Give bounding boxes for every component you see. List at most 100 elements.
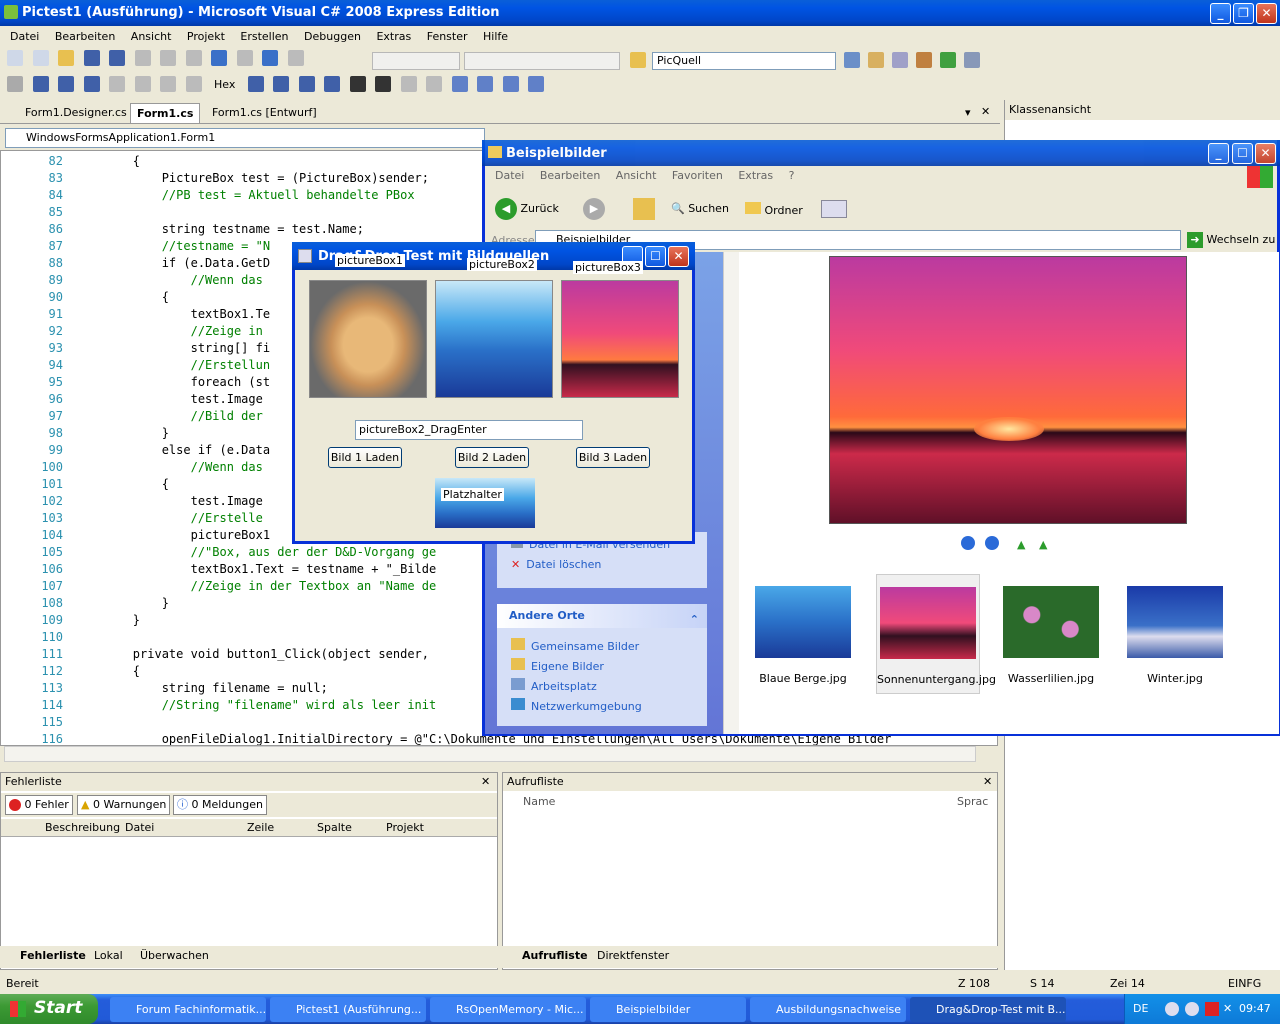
status-textbox[interactable]: pictureBox2_DragEnter <box>355 420 583 440</box>
vs-title-bar[interactable]: Pictest1 (Ausführung) - Microsoft Visual… <box>0 0 1280 26</box>
language-indicator[interactable]: DE <box>1133 1002 1148 1015</box>
load-image-2-button[interactable]: Bild 2 Laden <box>455 447 529 468</box>
code-line[interactable]: 109 } <box>1 612 140 629</box>
thumb-item[interactable]: Wasserlilien.jpg <box>1001 576 1101 692</box>
col-datei[interactable]: Datei <box>125 821 154 834</box>
load-image-3-button[interactable]: Bild 3 Laden <box>576 447 650 468</box>
tab-form1-design[interactable]: Form1.cs [Entwurf] <box>206 103 323 123</box>
thumb-item-selected[interactable]: Sonnenuntergang.jpg <box>876 574 996 694</box>
new-project-icon[interactable] <box>7 50 23 66</box>
tab-fehlerliste[interactable]: Fehlerliste <box>20 949 86 962</box>
col-name[interactable]: Name <box>523 795 555 808</box>
tray-icon[interactable] <box>1165 1002 1179 1016</box>
indent-icon[interactable] <box>375 76 392 92</box>
explorer-menu-ansicht[interactable]: Ansicht <box>610 166 663 186</box>
find-icon[interactable] <box>630 52 646 68</box>
other-places-header[interactable]: Andere Orte ⌃ <box>497 604 707 628</box>
font-icon[interactable] <box>324 76 341 92</box>
copy-icon[interactable] <box>160 50 176 66</box>
cut-icon[interactable] <box>134 50 151 66</box>
save-all-icon[interactable] <box>109 50 125 66</box>
menu-debuggen[interactable]: Debuggen <box>298 27 367 47</box>
col-zeile[interactable]: Zeile <box>247 821 274 834</box>
task-delete[interactable]: ✕ Datei löschen <box>511 558 601 571</box>
menu-fenster[interactable]: Fenster <box>421 27 474 47</box>
code-line[interactable]: 91 textBox1.Te <box>1 306 271 323</box>
code-line[interactable]: 88 if (e.Data.GetD <box>1 255 271 272</box>
up-folder-icon[interactable] <box>633 198 655 220</box>
forward-button[interactable]: ▶ <box>583 198 605 220</box>
antivirus-icon[interactable] <box>1205 1002 1219 1016</box>
thumb-item[interactable]: Winter.jpg <box>1125 576 1225 692</box>
code-line[interactable]: 83 PictureBox test = (PictureBox)sender; <box>1 170 429 187</box>
code-line[interactable]: 96 test.Image <box>1 391 263 408</box>
code-line[interactable]: 101 { <box>1 476 169 493</box>
code-line[interactable]: 114 //String "filename" wird als leer in… <box>1 697 436 714</box>
next-bookmark-icon[interactable] <box>298 76 315 92</box>
tab-form1-designer[interactable]: Form1.Designer.cs <box>19 103 133 123</box>
show-next-statement-icon[interactable] <box>109 76 125 92</box>
explorer-maximize-button[interactable]: ☐ <box>1232 143 1253 164</box>
code-line[interactable]: 98 } <box>1 425 169 442</box>
tab-ueberwachen[interactable]: Überwachen <box>140 949 209 962</box>
task-ausbildungsnachweise[interactable]: Ausbildungsnachweise <box>750 997 906 1022</box>
comment-icon[interactable] <box>400 76 417 92</box>
task-pictest[interactable]: Pictest1 (Ausführung... <box>270 997 426 1022</box>
hex-button[interactable]: Hex <box>214 78 235 91</box>
previous-image-icon[interactable] <box>961 536 975 550</box>
back-button[interactable]: ◀ Zurück <box>495 198 559 220</box>
errorlist-close-icon[interactable]: ✕ <box>481 775 490 788</box>
code-line[interactable]: 100 //Wenn das <box>1 459 263 476</box>
tray-icon[interactable] <box>1185 1002 1199 1016</box>
start-button[interactable]: Start <box>0 994 98 1024</box>
code-line[interactable]: 85 <box>1 204 75 221</box>
col-projekt[interactable]: Projekt <box>386 821 424 834</box>
redo-icon[interactable] <box>236 50 253 66</box>
open-icon[interactable] <box>58 50 74 66</box>
code-line[interactable]: 105 //"Box, aus der der D&D-Vorgang ge <box>1 544 436 561</box>
thumb-item[interactable]: Blaue Berge.jpg <box>753 576 853 692</box>
continue-icon[interactable] <box>7 76 23 92</box>
picturebox-3[interactable] <box>561 280 679 398</box>
place-my-pictures[interactable]: Eigene Bilder <box>511 658 604 673</box>
go-button[interactable]: ➜ Wechseln zu <box>1187 232 1275 248</box>
undo-icon[interactable] <box>211 50 227 66</box>
next-image-icon[interactable] <box>985 536 999 550</box>
stop-icon[interactable] <box>58 76 74 92</box>
restore-button[interactable]: ❐ <box>1233 3 1254 24</box>
solution-config-combo[interactable] <box>372 52 460 70</box>
restart-icon[interactable] <box>83 76 100 92</box>
minimize-button[interactable]: _ <box>1210 3 1231 24</box>
col-sprache[interactable]: Sprac <box>957 795 988 808</box>
load-image-1-button[interactable]: Bild 1 Laden <box>328 447 402 468</box>
collapse-icon[interactable]: ⌃ <box>690 608 699 632</box>
tab-form1-cs[interactable]: Form1.cs <box>130 103 201 123</box>
next-bookmark-folder-icon[interactable] <box>502 76 519 92</box>
step-out-icon[interactable] <box>185 76 202 92</box>
views-button[interactable] <box>821 200 847 218</box>
code-line[interactable]: 97 //Bild der <box>1 408 263 425</box>
explorer-menu-extras[interactable]: Extras <box>732 166 779 186</box>
platform-combo[interactable] <box>464 52 620 70</box>
picturebox-1[interactable] <box>309 280 427 398</box>
code-line[interactable]: 82 { <box>1 153 140 170</box>
add-item-icon[interactable] <box>32 50 49 66</box>
code-line[interactable]: 108 } <box>1 595 169 612</box>
explorer-menu-bearbeiten[interactable]: Bearbeiten <box>534 166 606 186</box>
properties-icon[interactable] <box>892 52 908 68</box>
prev-bookmark-icon[interactable] <box>477 76 494 92</box>
network-status-icon[interactable]: ✕ <box>1223 1002 1232 1015</box>
tab-lokal[interactable]: Lokal <box>94 949 123 962</box>
rotate-left-icon[interactable]: ▲ <box>1017 538 1025 551</box>
paste-icon[interactable] <box>185 50 202 66</box>
code-line[interactable]: 92 //Zeige in <box>1 323 263 340</box>
editor-hscrollbar[interactable] <box>4 746 976 762</box>
outdent-icon[interactable] <box>349 76 366 92</box>
placeholder-picturebox[interactable]: Platzhalter <box>435 478 535 528</box>
code-line[interactable]: 93 string[] fi <box>1 340 271 357</box>
picturebox-2[interactable] <box>435 280 553 398</box>
col-spalte[interactable]: Spalte <box>317 821 352 834</box>
code-line[interactable]: 95 foreach (st <box>1 374 271 391</box>
save-icon[interactable] <box>83 50 100 66</box>
menu-bearbeiten[interactable]: Bearbeiten <box>49 27 121 47</box>
